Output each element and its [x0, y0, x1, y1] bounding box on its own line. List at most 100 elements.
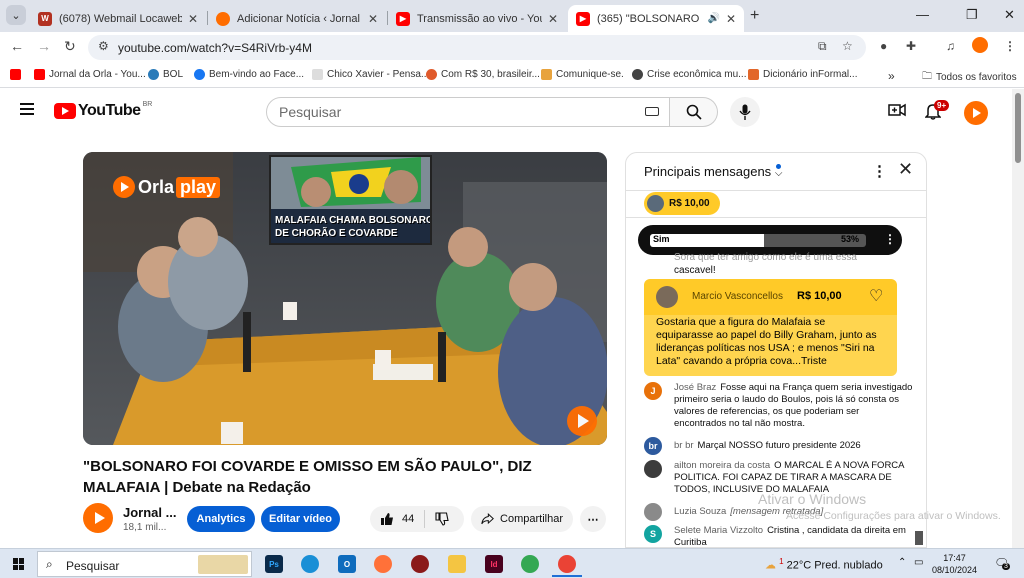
superchat-ticker: R$ 10,00: [626, 190, 926, 218]
menu-icon[interactable]: [20, 103, 34, 118]
chrome-active-icon[interactable]: [552, 555, 582, 577]
partial-text-line2: cascavel!: [674, 265, 716, 276]
mic-icon: [739, 104, 751, 120]
reload-button[interactable]: ↻: [64, 38, 76, 55]
profile-avatar-icon[interactable]: [972, 37, 988, 53]
app-red-icon[interactable]: [411, 555, 429, 573]
windows-start-icon[interactable]: [13, 558, 25, 570]
search-input[interactable]: [279, 104, 639, 120]
back-button[interactable]: ←: [10, 38, 24, 54]
restore-button[interactable]: ❐: [966, 7, 978, 23]
like-button[interactable]: 44: [370, 506, 424, 532]
minimize-button[interactable]: —: [916, 7, 929, 22]
orla-favicon-icon: [216, 11, 230, 26]
chrome-icon[interactable]: [521, 555, 539, 573]
heart-icon[interactable]: ♡: [869, 286, 883, 306]
keyboard-icon[interactable]: [645, 107, 659, 116]
tab-title: Transmissão ao vivo - YouTube: [417, 12, 542, 25]
weather-widget[interactable]: ☁ 1 22°C Pred. nublado: [765, 557, 883, 572]
account-avatar[interactable]: [964, 101, 988, 125]
chat-author[interactable]: José Braz: [674, 382, 716, 393]
bookmark-item[interactable]: Com R$ 30, brasileir...: [426, 69, 540, 80]
chat-message: J José Braz Fosse aqui na França quem ser…: [644, 382, 914, 430]
page-scrollbar[interactable]: [1012, 89, 1024, 548]
more-bookmarks-icon[interactable]: »: [888, 69, 895, 83]
youtube-play-icon: [54, 103, 76, 119]
chat-author[interactable]: br br: [674, 440, 694, 451]
bookmark-item[interactable]: Jornal da Orla - You...: [34, 69, 146, 80]
chat-author[interactable]: ailton moreira da costa: [674, 460, 770, 471]
quote-icon: [312, 69, 323, 80]
chat-extension-icon[interactable]: ●: [880, 39, 887, 53]
inset-caption-line1: MALAFAIA CHAMA BOLSONARO: [275, 215, 432, 226]
tab-bolsonaro-video[interactable]: ▶ (365) "BOLSONARO FOI CO 🔊 ✕: [568, 5, 744, 32]
dislike-button[interactable]: [425, 506, 459, 532]
bookmark-item[interactable]: Bem-vindo ao Face...: [194, 69, 304, 80]
bookmark-star-icon[interactable]: ☆: [842, 39, 853, 53]
chat-options-icon[interactable]: ⋮: [872, 162, 887, 180]
tab-transmissao[interactable]: ▶ Transmissão ao vivo - YouTube ✕: [388, 5, 566, 32]
superchat-card[interactable]: Marcio Vasconcellos R$ 10,00 ♡ Gostaria …: [644, 279, 897, 376]
search-button[interactable]: [670, 97, 718, 127]
file-explorer-icon[interactable]: [448, 555, 466, 573]
channel-avatar[interactable]: [83, 503, 113, 533]
superchat-text: Gostaria que a figura do Malafaia se equ…: [644, 315, 897, 376]
chat-avatar: [644, 503, 662, 521]
analytics-button[interactable]: Analytics: [187, 506, 255, 532]
notification-center-icon[interactable]: 🗨 3: [994, 556, 1010, 570]
close-icon[interactable]: ✕: [188, 12, 198, 26]
tab-adicionar-noticia[interactable]: Adicionar Notícia ‹ Jornal da Or ✕: [208, 5, 386, 32]
extensions-icon[interactable]: ✚: [906, 39, 916, 53]
photoshop-icon[interactable]: Ps: [265, 555, 283, 573]
network-icon[interactable]: ▭: [914, 557, 923, 568]
share-button[interactable]: Compartilhar: [471, 506, 573, 532]
bookmark-youtube-icon[interactable]: [10, 69, 25, 80]
bookmark-item[interactable]: Crise econômica mu...: [632, 69, 746, 80]
bookmark-label: Bem-vindo ao Face...: [209, 69, 305, 80]
ticker-item[interactable]: R$ 10,00: [644, 192, 720, 215]
browser-menu-icon[interactable]: ⋮: [1004, 39, 1016, 53]
voice-search-button[interactable]: [730, 97, 760, 127]
channel-name[interactable]: Jornal ...: [123, 505, 176, 520]
ticker-amount: R$ 10,00: [669, 198, 710, 209]
tab-title: (6078) Webmail Locaweb :: Cai: [59, 12, 182, 25]
system-clock[interactable]: 17:47 08/10/2024: [932, 552, 977, 576]
bookmarks-bar: Jornal da Orla - You... BOL Bem-vindo ao…: [0, 62, 1024, 88]
bookmark-item[interactable]: Dicionário inFormal...: [748, 69, 857, 80]
chat-scrollbar[interactable]: [915, 531, 923, 545]
bookmark-item[interactable]: Comunique-se.: [541, 69, 624, 80]
channel-watermark-button[interactable]: [567, 406, 597, 436]
forward-button[interactable]: →: [37, 38, 51, 54]
close-chat-icon[interactable]: ✕: [898, 159, 913, 180]
tab-webmail[interactable]: W (6078) Webmail Locaweb :: Cai ✕: [30, 5, 206, 32]
speaker-icon[interactable]: 🔊: [707, 13, 719, 24]
edit-video-button[interactable]: Editar vídeo: [261, 506, 340, 532]
install-app-icon[interactable]: ⧉: [818, 39, 827, 54]
media-control-icon[interactable]: ♫: [946, 39, 955, 53]
close-icon[interactable]: ✕: [368, 12, 378, 26]
create-video-icon[interactable]: [888, 102, 906, 118]
site-info-icon[interactable]: ⚙: [98, 39, 109, 53]
tab-search-button[interactable]: ⌄: [6, 5, 26, 25]
chat-author[interactable]: Selete Maria Vizzolto: [674, 525, 763, 536]
chat-mode-dropdown[interactable]: Principais mensagens ⌵: [644, 164, 782, 179]
close-icon[interactable]: ✕: [548, 12, 558, 26]
indesign-icon[interactable]: Id: [485, 555, 503, 573]
close-icon[interactable]: ✕: [726, 12, 736, 26]
bookmark-item[interactable]: Chico Xavier - Pensa...: [312, 69, 429, 80]
search-box[interactable]: [266, 97, 670, 127]
edge-icon[interactable]: [301, 555, 319, 573]
taskbar-search[interactable]: ⌕ Pesquisar: [37, 551, 252, 577]
new-tab-button[interactable]: +: [750, 7, 759, 25]
close-window-button[interactable]: ✕: [1004, 7, 1015, 23]
bookmark-item[interactable]: BOL: [148, 69, 183, 80]
outlook-icon[interactable]: O: [338, 555, 356, 573]
firefox-icon[interactable]: [374, 555, 392, 573]
all-favorites-folder[interactable]: 🗀 Todos os favoritos: [922, 69, 1017, 86]
tray-overflow-icon[interactable]: ⌃: [898, 557, 906, 568]
youtube-logo[interactable]: YouTube BR: [54, 101, 152, 120]
poll-options-icon[interactable]: ⋮: [884, 232, 896, 246]
address-bar[interactable]: ⚙ youtube.com/watch?v=S4RiVrb-y4M ⧉ ☆: [88, 35, 866, 60]
more-actions-button[interactable]: ⋯: [580, 506, 606, 532]
chat-author[interactable]: Luzia Souza: [674, 506, 726, 517]
